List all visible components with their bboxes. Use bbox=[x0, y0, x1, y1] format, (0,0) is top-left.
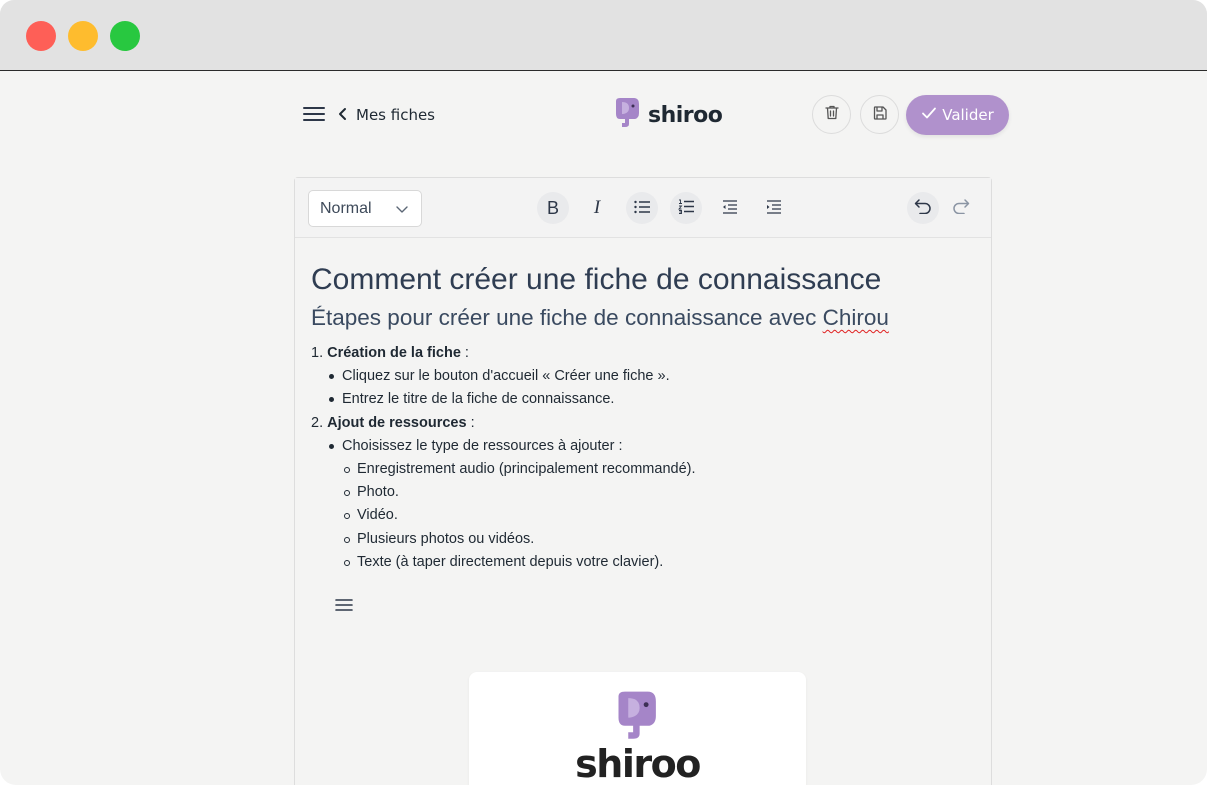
bullet-marker bbox=[329, 374, 334, 380]
numbered-list-icon bbox=[678, 199, 694, 218]
sub-list-item: Vidéo. bbox=[311, 504, 981, 527]
validate-button[interactable]: Valider bbox=[906, 95, 1009, 135]
list-item-text: Texte (à taper directement depuis votre … bbox=[357, 553, 664, 570]
numbered-list-button[interactable] bbox=[670, 192, 702, 224]
step-heading: 2. Ajout de ressources : bbox=[311, 412, 981, 435]
redo-button[interactable] bbox=[945, 192, 977, 224]
menu-icon[interactable] bbox=[303, 105, 325, 123]
editor-toolbar: Normal B I bbox=[295, 178, 991, 238]
circle-marker bbox=[344, 490, 350, 497]
drag-handle-icon[interactable] bbox=[334, 597, 354, 613]
app-window: Mes fiches shiroo Valider Normal B I Com… bbox=[0, 0, 1207, 785]
indent-button[interactable] bbox=[758, 192, 790, 224]
validate-label: Valider bbox=[942, 106, 994, 124]
undo-button[interactable] bbox=[907, 192, 939, 224]
sub-list-item: Photo. bbox=[311, 481, 981, 504]
brand-logo: shiroo bbox=[613, 97, 723, 133]
window-titlebar bbox=[0, 0, 1207, 71]
trash-icon bbox=[824, 104, 840, 125]
circle-marker bbox=[344, 513, 350, 520]
step-suffix: : bbox=[466, 414, 475, 431]
step-number: 2. bbox=[311, 414, 324, 431]
minimize-window-button[interactable] bbox=[68, 21, 98, 51]
embedded-image[interactable]: shiroo bbox=[469, 672, 806, 785]
list-item-text: Plusieurs photos ou vidéos. bbox=[357, 530, 535, 547]
list-item: Choisissez le type de ressources à ajout… bbox=[311, 435, 981, 458]
sub-list-item: Texte (à taper directement depuis votre … bbox=[311, 551, 981, 574]
close-window-button[interactable] bbox=[26, 21, 56, 51]
subtitle-text: Étapes pour créer une fiche de connaissa… bbox=[311, 305, 823, 330]
bullet-list-icon bbox=[634, 199, 650, 218]
circle-marker bbox=[344, 536, 350, 543]
list-item-text: Entrez le titre de la fiche de connaissa… bbox=[342, 391, 615, 408]
elephant-logo-icon bbox=[613, 97, 643, 133]
list-item-text: Vidéo. bbox=[357, 507, 398, 524]
list-item: Cliquez sur le bouton d'accueil « Créer … bbox=[311, 365, 981, 388]
text-format-value: Normal bbox=[320, 199, 372, 217]
delete-button[interactable] bbox=[812, 95, 851, 134]
sub-list-item: Enregistrement audio (principalement rec… bbox=[311, 458, 981, 481]
brand-name: shiroo bbox=[648, 102, 723, 128]
bullet-list-button[interactable] bbox=[626, 192, 658, 224]
steps-list: 1. Création de la fiche : Cliquez sur le… bbox=[311, 342, 981, 574]
sub-list-item: Plusieurs photos ou vidéos. bbox=[311, 528, 981, 551]
zoom-window-button[interactable] bbox=[110, 21, 140, 51]
image-brand-name: shiroo bbox=[575, 742, 701, 785]
chevron-left-icon bbox=[338, 106, 348, 125]
misspelled-word: Chirou bbox=[822, 305, 889, 330]
document-subtitle: Étapes pour créer une fiche de connaissa… bbox=[311, 303, 981, 333]
checkmark-icon bbox=[921, 106, 937, 124]
italic-icon: I bbox=[593, 197, 601, 218]
bold-button[interactable]: B bbox=[537, 192, 569, 224]
text-format-select[interactable]: Normal bbox=[308, 190, 422, 227]
circle-marker bbox=[344, 559, 350, 566]
back-to-mes-fiches-link[interactable]: Mes fiches bbox=[338, 104, 435, 126]
list-item-text: Enregistrement audio (principalement rec… bbox=[357, 461, 696, 478]
indent-icon bbox=[766, 199, 782, 218]
list-item-text: Cliquez sur le bouton d'accueil « Créer … bbox=[342, 368, 670, 385]
document-title: Comment créer une fiche de connaissance bbox=[311, 263, 882, 296]
list-item: Entrez le titre de la fiche de connaissa… bbox=[311, 388, 981, 411]
step-number: 1. bbox=[311, 345, 324, 361]
undo-icon bbox=[914, 198, 932, 218]
bold-icon: B bbox=[546, 197, 559, 218]
list-item-text: Choisissez le type de ressources à ajout… bbox=[342, 437, 623, 454]
step-title: Ajout de ressources bbox=[327, 414, 467, 431]
redo-icon bbox=[952, 198, 970, 218]
list-item-text: Photo. bbox=[357, 484, 399, 501]
chevron-down-icon bbox=[395, 202, 409, 221]
outdent-icon bbox=[722, 199, 738, 218]
rich-text-editor: Normal B I Comment créer une fiche de co… bbox=[294, 177, 992, 785]
step-suffix: : bbox=[460, 345, 469, 361]
step-heading: 1. Création de la fiche : bbox=[311, 342, 981, 365]
editor-content[interactable]: Comment créer une fiche de connaissance … bbox=[311, 262, 981, 574]
back-label: Mes fiches bbox=[356, 106, 435, 124]
bullet-marker bbox=[329, 443, 334, 449]
circle-marker bbox=[344, 467, 350, 474]
italic-button[interactable]: I bbox=[581, 192, 613, 224]
outdent-button[interactable] bbox=[714, 192, 746, 224]
elephant-logo-icon bbox=[611, 690, 665, 746]
save-button[interactable] bbox=[860, 95, 899, 134]
bullet-marker bbox=[329, 397, 334, 403]
image-brand-logo: shiroo bbox=[469, 690, 806, 785]
step-title: Création de la fiche bbox=[327, 345, 461, 361]
save-icon bbox=[872, 105, 888, 125]
